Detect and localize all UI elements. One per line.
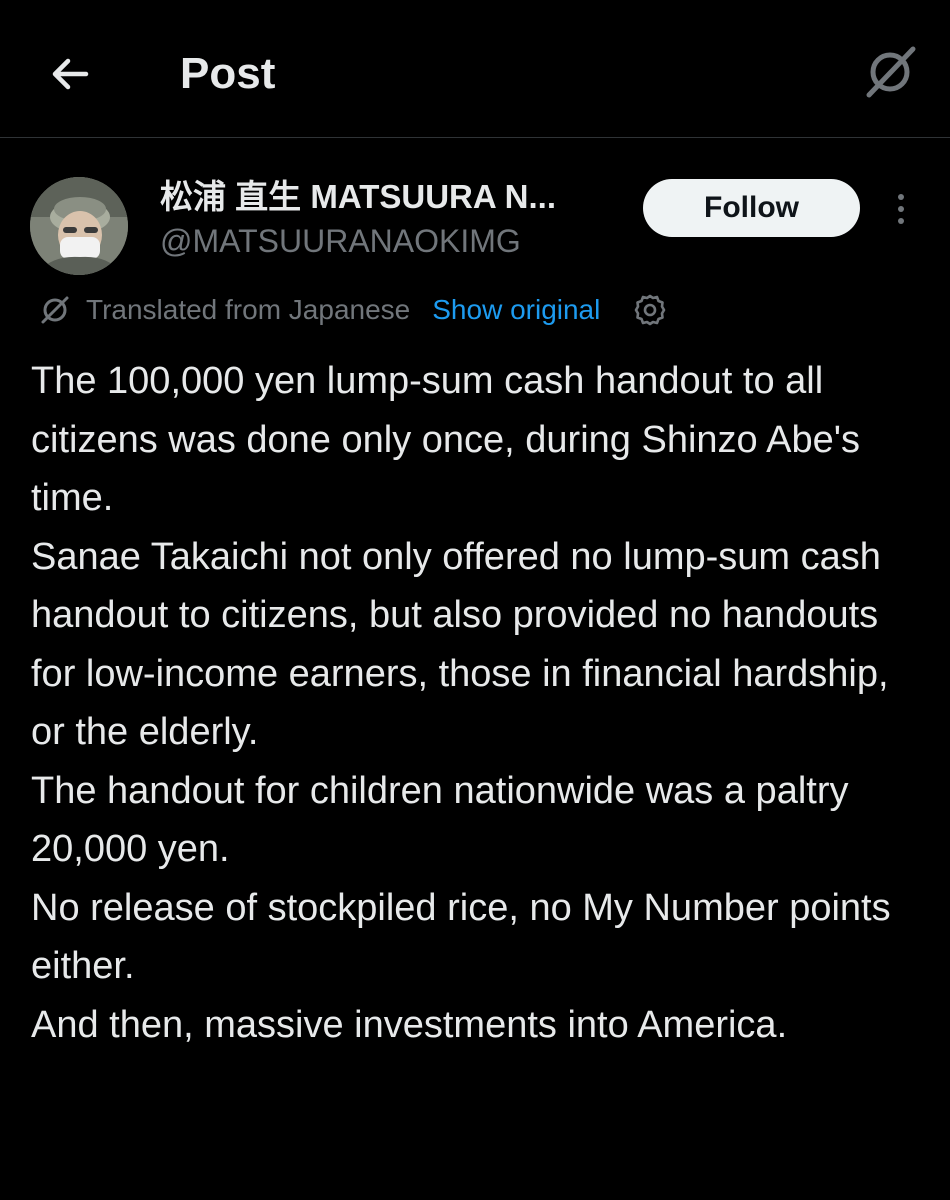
more-vertical-icon (898, 194, 904, 200)
user-handle[interactable]: @MATSUURANAOKIMG (160, 220, 521, 262)
more-vertical-icon-dot (898, 206, 904, 212)
more-options-button[interactable] (884, 189, 918, 229)
post-paragraph: And then, massive investments into Ameri… (31, 1003, 788, 1046)
post-paragraph: The handout for children nationwide was … (31, 769, 849, 871)
post-text: The 100,000 yen lump-sum cash handout to… (31, 352, 921, 1054)
arrow-left-icon (52, 58, 89, 90)
avatar-photo (30, 177, 128, 275)
translation-bar: Translated from Japanese Show original (38, 290, 668, 330)
translate-icon (38, 293, 72, 327)
display-name[interactable]: 松浦 直生 MATSUURA N... (160, 175, 556, 219)
grok-icon (866, 46, 916, 98)
author-row: 松浦 直生 MATSUURA N... @MATSUURANAOKIMG Fol… (0, 165, 950, 275)
post-paragraph: The 100,000 yen lump-sum cash handout to… (31, 360, 860, 519)
top-bar: Post (0, 0, 950, 138)
follow-button[interactable]: Follow (643, 179, 860, 237)
post-paragraph: Sanae Takaichi not only offered no lump-… (31, 535, 889, 754)
avatar[interactable] (30, 177, 128, 275)
gear-icon[interactable] (632, 292, 668, 328)
back-button[interactable] (40, 44, 100, 104)
show-original-link[interactable]: Show original (432, 290, 600, 330)
translated-from-label: Translated from Japanese (86, 294, 411, 325)
grok-button[interactable] (858, 40, 922, 104)
more-vertical-icon-dot (898, 218, 904, 224)
page-title: Post (180, 49, 276, 98)
post-paragraph: No release of stockpiled rice, no My Num… (31, 886, 891, 988)
